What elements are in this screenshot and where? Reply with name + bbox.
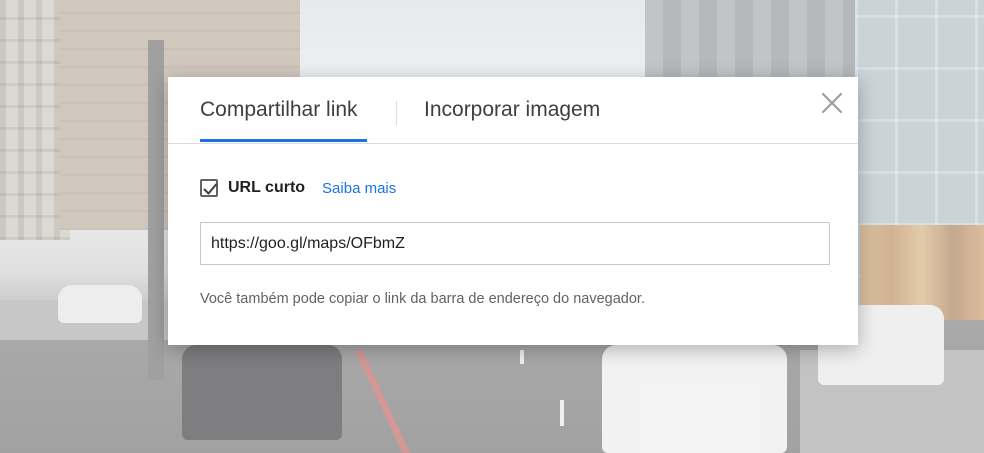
address-bar-hint: Você também pode copiar o link da barra … bbox=[200, 291, 645, 307]
short-url-label: URL curto bbox=[228, 179, 306, 196]
checkmark-icon bbox=[203, 183, 217, 195]
short-url-checkbox[interactable] bbox=[200, 179, 218, 197]
close-icon bbox=[821, 92, 843, 114]
close-button[interactable] bbox=[820, 91, 844, 115]
tab-share-link-label: Compartilhar link bbox=[200, 98, 358, 121]
learn-more-link[interactable]: Saiba mais bbox=[322, 180, 396, 197]
share-dialog: Compartilhar link Incorporar imagem URL … bbox=[168, 77, 858, 345]
tab-share-link[interactable]: Compartilhar link bbox=[200, 77, 358, 143]
share-url-field[interactable] bbox=[200, 222, 830, 265]
tab-embed-image[interactable]: Incorporar imagem bbox=[424, 77, 600, 143]
dialog-tabs: Compartilhar link Incorporar imagem bbox=[168, 77, 858, 144]
tab-divider bbox=[396, 101, 397, 125]
short-url-row: URL curto Saiba mais bbox=[200, 177, 396, 199]
active-tab-indicator bbox=[200, 139, 367, 142]
tab-embed-image-label: Incorporar imagem bbox=[424, 98, 601, 121]
